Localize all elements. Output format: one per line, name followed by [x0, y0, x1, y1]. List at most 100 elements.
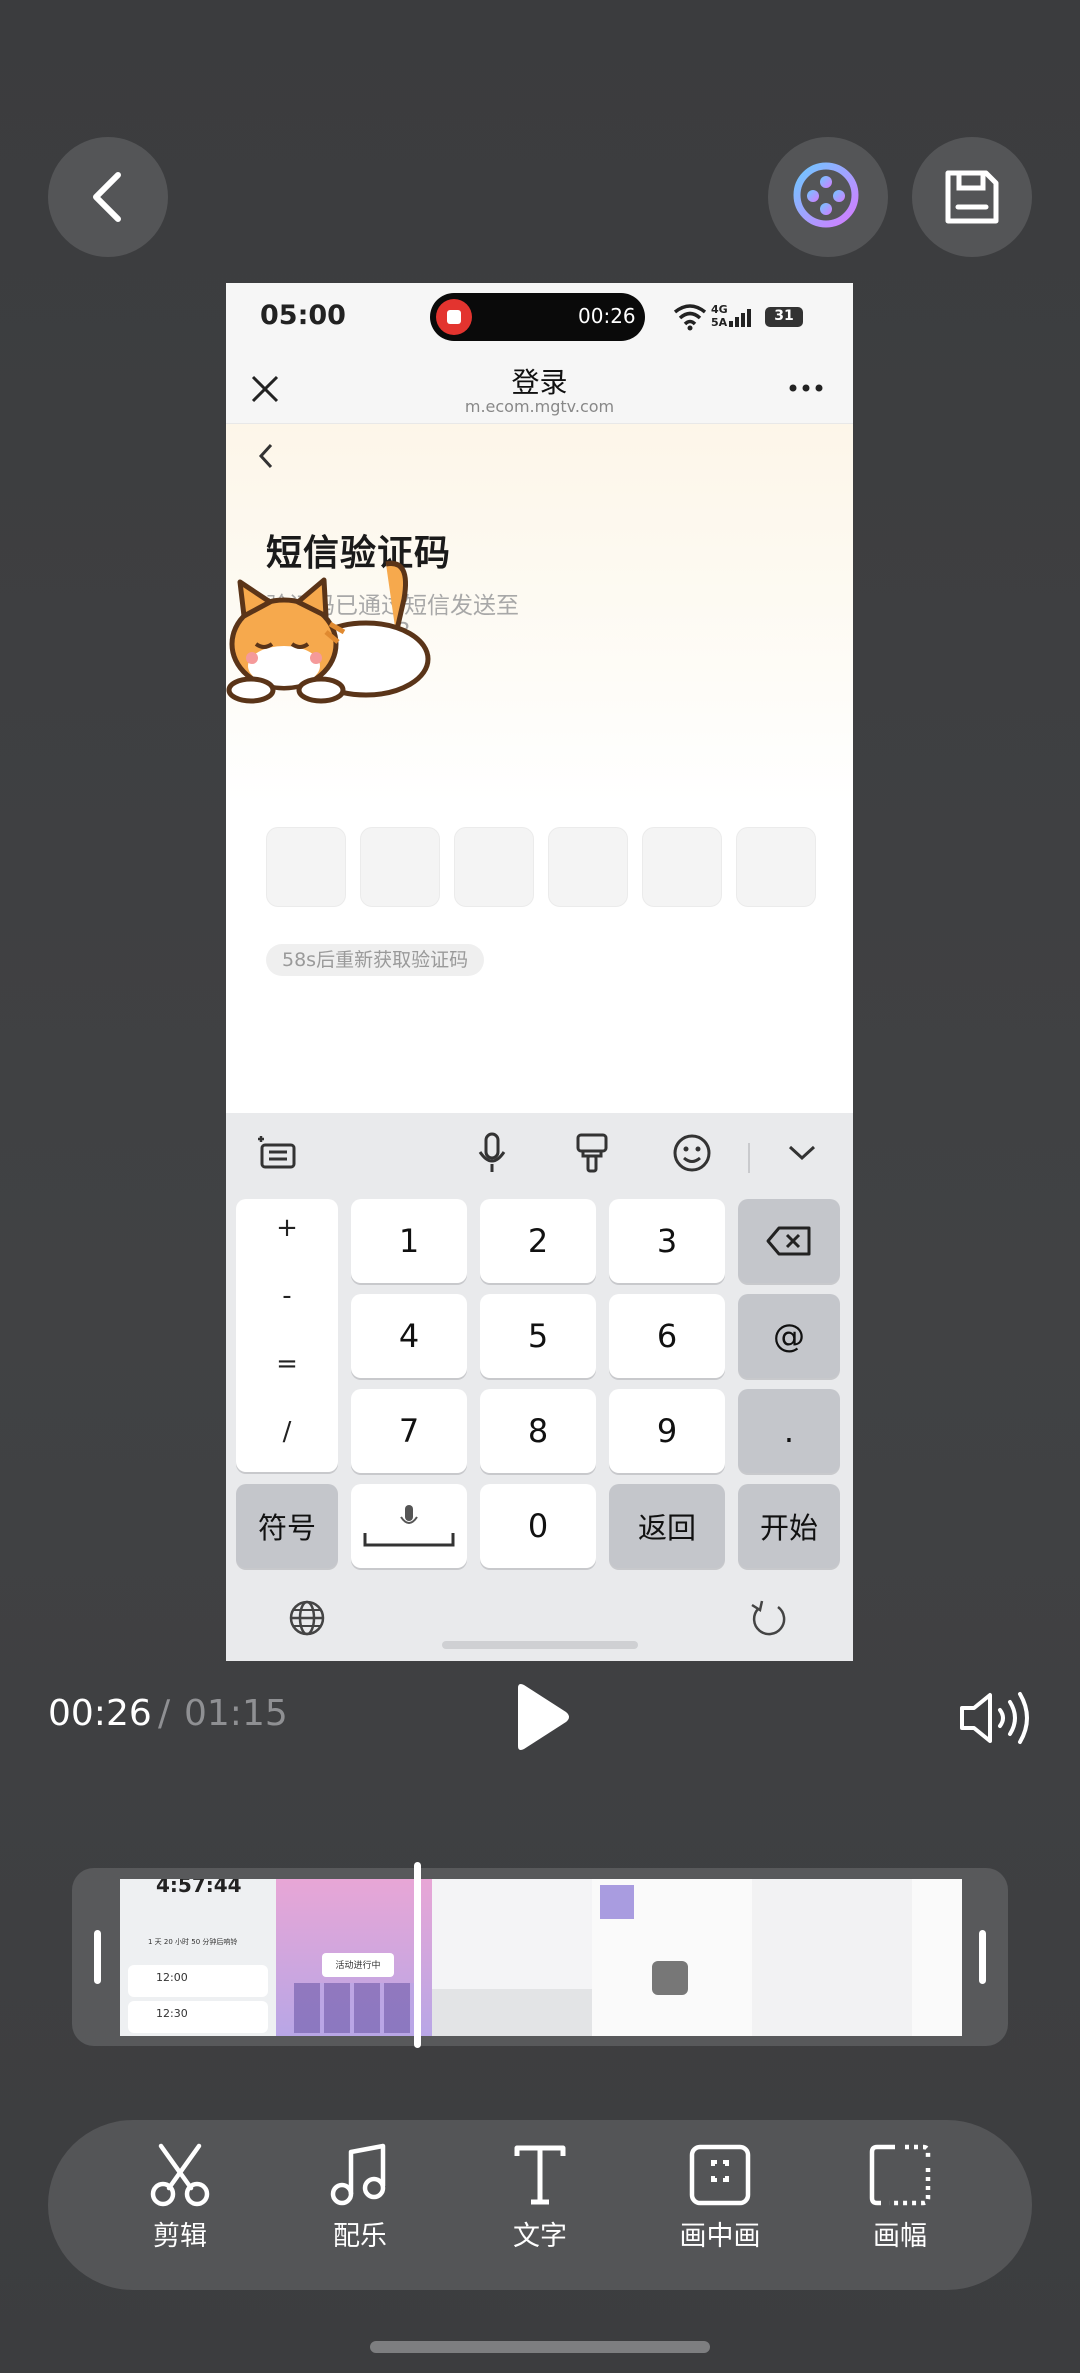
tool-music[interactable]: 配乐 [290, 2142, 430, 2272]
screen-record-pill: 00:26 [430, 293, 645, 341]
home-indicator [442, 1641, 638, 1649]
edit-toolbar: 剪辑 配乐 文字 画中画 画幅 [48, 2120, 1032, 2290]
key-9[interactable]: 9 [609, 1389, 725, 1473]
thumb-card: 12:00 [128, 1965, 268, 1997]
symbol-slash[interactable]: / [236, 1417, 338, 1447]
tool-picture-in-picture[interactable]: 画中画 [650, 2142, 790, 2272]
start-key[interactable]: 开始 [738, 1484, 840, 1568]
trim-handle-left[interactable] [94, 1930, 101, 1984]
frame-strip: 4:57:44 1 天 20 小时 50 分钟后响铃 12:00 12:30 活… [120, 1879, 962, 2036]
backspace-key[interactable] [738, 1199, 840, 1283]
emoji-icon [673, 1134, 711, 1172]
toolbar-divider [748, 1143, 750, 1173]
current-time: 00:26 [48, 1693, 152, 1734]
timeline-thumbnail [752, 1879, 912, 2036]
code-input-box[interactable] [548, 827, 628, 907]
music-note-icon [330, 2143, 386, 2206]
tool-label: 配乐 [333, 2221, 387, 2252]
play-button[interactable] [508, 1682, 572, 1752]
login-content: 短信验证码 验证码已通过短信发送至 3 58s后重新获取验证码 [226, 424, 853, 1114]
thumb-grid [294, 1983, 414, 2033]
status-bar: 05:00 00:26 4G 5A 31 [226, 283, 853, 353]
collapse-keyboard-button[interactable] [772, 1123, 832, 1183]
network-label: 4G 5A [711, 303, 728, 329]
save-button[interactable] [912, 137, 1032, 257]
key-5[interactable]: 5 [480, 1294, 596, 1378]
tool-cut[interactable]: 剪辑 [110, 2142, 250, 2272]
thumb-text: 1 天 20 小时 50 分钟后响铃 [148, 1938, 238, 1946]
emoji-button[interactable] [662, 1123, 722, 1183]
code-input-box[interactable] [736, 827, 816, 907]
symbol-equals[interactable]: = [236, 1349, 338, 1379]
code-input-box[interactable] [266, 827, 346, 907]
thumb-keyboard [432, 1989, 592, 2036]
key-8[interactable]: 8 [480, 1389, 596, 1473]
keyboard-icon [258, 1136, 296, 1169]
key-at[interactable]: @ [738, 1294, 840, 1378]
page-url: m.ecom.mgtv.com [464, 397, 615, 416]
symbol-key[interactable]: 符号 [236, 1484, 338, 1568]
tool-aspect-ratio[interactable]: 画幅 [830, 2142, 970, 2272]
return-key[interactable]: 返回 [609, 1484, 725, 1568]
ai-effects-button[interactable] [768, 137, 888, 257]
chevron-left-icon[interactable] [256, 441, 276, 471]
signal-icon [729, 309, 751, 327]
key-4[interactable]: 4 [351, 1294, 467, 1378]
code-input-box[interactable] [454, 827, 534, 907]
thumb-alarm: 12:30 [156, 2007, 188, 2020]
aspect-ratio-icon [869, 2144, 931, 2206]
playhead[interactable] [414, 1862, 421, 2048]
volume-icon [960, 1692, 1029, 1744]
more-icon[interactable] [788, 383, 824, 393]
code-input-box[interactable] [642, 827, 722, 907]
symbol-plus[interactable]: + [236, 1213, 338, 1243]
battery-icon: 31 [765, 307, 803, 327]
tool-text[interactable]: 文字 [470, 2142, 610, 2272]
key-0[interactable]: 0 [480, 1484, 596, 1568]
timeline-track[interactable]: 4:57:44 1 天 20 小时 50 分钟后响铃 12:00 12:30 活… [72, 1868, 1008, 2046]
thumb-time: 4:57:44 [156, 1879, 242, 1897]
total-time: 01:15 [184, 1693, 288, 1734]
key-3[interactable]: 3 [609, 1199, 725, 1283]
tool-label: 画幅 [873, 2221, 927, 2252]
record-time: 00:26 [578, 304, 636, 328]
timeline-thumbnail [592, 1879, 752, 2036]
timeline-thumbnail [432, 1879, 592, 2036]
thumb-image [600, 1885, 634, 1919]
picture-in-picture-icon [689, 2144, 751, 2206]
symbol-column[interactable]: + - = / [236, 1199, 338, 1472]
thumb-card: 12:30 [128, 2001, 268, 2033]
key-1[interactable]: 1 [351, 1199, 467, 1283]
key-dot[interactable]: . [738, 1389, 840, 1473]
tool-label: 文字 [513, 2221, 567, 2252]
status-icons: 4G 5A 31 [673, 303, 823, 335]
skin-button[interactable] [562, 1123, 622, 1183]
key-2[interactable]: 2 [480, 1199, 596, 1283]
film-reel-icon [793, 162, 864, 228]
resend-code-button[interactable]: 58s后重新获取验证码 [266, 944, 485, 976]
scissors-icon [150, 2143, 210, 2207]
globe-icon[interactable] [288, 1599, 326, 1637]
space-voice-key[interactable] [351, 1484, 467, 1568]
system-home-indicator [370, 2341, 710, 2353]
microphone-icon [478, 1132, 506, 1172]
refresh-icon[interactable] [748, 1597, 788, 1637]
timeline-thumbnail: 4:57:44 1 天 20 小时 50 分钟后响铃 12:00 12:30 [120, 1879, 276, 2036]
key-6[interactable]: 6 [609, 1294, 725, 1378]
back-button[interactable] [48, 137, 168, 257]
save-icon [945, 170, 999, 224]
video-preview[interactable]: 05:00 00:26 4G 5A 31 登录 m.ecom.mgtv.com … [226, 283, 853, 1661]
voice-input-button[interactable] [462, 1123, 522, 1183]
backspace-icon [766, 1226, 811, 1256]
thumb-button: 活动进行中 [322, 1953, 394, 1977]
symbol-minus[interactable]: - [236, 1281, 338, 1311]
volume-button[interactable] [958, 1690, 1032, 1746]
keyboard-switch-button[interactable] [246, 1123, 306, 1183]
chevron-down-icon [788, 1145, 816, 1161]
text-icon [514, 2145, 566, 2205]
chevron-left-icon [93, 172, 121, 222]
thumb-alarm: 12:00 [156, 1971, 188, 1984]
code-input-box[interactable] [360, 827, 440, 907]
trim-handle-right[interactable] [979, 1930, 986, 1984]
key-7[interactable]: 7 [351, 1389, 467, 1473]
